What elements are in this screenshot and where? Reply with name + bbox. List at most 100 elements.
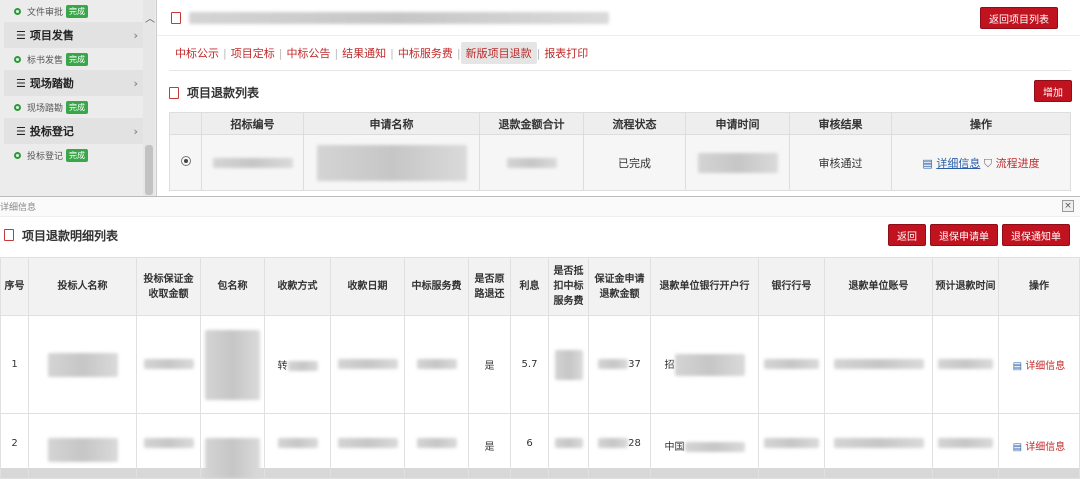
column-header: 审核结果 — [789, 112, 892, 135]
sidebar-group-label: 现场踏勘 — [29, 77, 74, 90]
audit-result: 审核通过 — [789, 134, 892, 191]
column-header: 招标编号 — [201, 112, 304, 135]
column-header: 序号 — [0, 257, 29, 316]
chevron-up-icon[interactable]: ︿ — [145, 10, 155, 25]
redacted-value — [764, 438, 819, 448]
redacted-value — [287, 361, 318, 371]
close-icon[interactable]: × — [1062, 200, 1074, 212]
bank-text: 招 — [664, 359, 675, 371]
column-header: 操作 — [891, 112, 1071, 135]
project-header: 返回项目列表 — [157, 0, 1080, 36]
method-text: 转 — [277, 361, 288, 372]
dialog-button[interactable]: 退保申请单 — [930, 224, 998, 246]
redacted-value — [143, 438, 194, 448]
sidebar-subitem-label: 现场踏勘 — [27, 103, 64, 114]
tab[interactable]: 结果通知 — [338, 45, 390, 61]
row-index: 1 — [0, 315, 29, 414]
sidebar-scrollbar[interactable]: ︿ — [143, 0, 155, 200]
column-header: 银行行号 — [758, 257, 825, 316]
column-header: 利息 — [510, 257, 549, 316]
detail-link[interactable]: 详细信息 — [936, 157, 980, 170]
status-badge: 完成 — [66, 148, 89, 162]
redacted-value — [598, 438, 629, 448]
tab[interactable]: 新版项目退款 — [460, 42, 537, 64]
status-badge: 完成 — [66, 100, 89, 114]
refund-original: 是 — [468, 413, 511, 479]
menu-icon: ☰ — [16, 28, 26, 42]
redacted-value — [205, 329, 260, 400]
add-button[interactable]: 增加 — [1034, 80, 1072, 102]
dialog-heading: 项目退款明细列表 — [22, 228, 119, 243]
table-row[interactable]: 2 是 6 28 中国 ▤ 详细信息 — [0, 413, 1080, 479]
redacted-value — [674, 353, 745, 376]
redacted-value — [143, 359, 194, 369]
row-index: 2 — [0, 413, 29, 479]
column-header: 投标保证金收取金额 — [136, 257, 201, 316]
tab[interactable]: 报表打印 — [540, 45, 592, 61]
chevron-right-icon: › — [133, 124, 138, 138]
chevron-right-icon: › — [133, 28, 138, 42]
sidebar-subitem[interactable]: 标书发售 完成 — [0, 48, 156, 70]
chevron-right-icon: › — [133, 76, 138, 90]
redacted-value — [47, 438, 118, 462]
column-header: 是否原路退还 — [468, 257, 511, 316]
detail-link[interactable]: 详细信息 — [1025, 361, 1065, 372]
redacted-value — [833, 359, 924, 369]
amount-text: 28 — [628, 438, 641, 449]
redacted-value — [277, 438, 318, 448]
redacted-value — [554, 438, 583, 448]
progress-link[interactable]: 流程进度 — [996, 157, 1040, 170]
dialog-button[interactable]: 退保通知单 — [1002, 224, 1070, 246]
column-header — [169, 112, 202, 135]
column-header: 收款日期 — [330, 257, 405, 316]
main-panel: 返回项目列表 中标公示 | 项目定标 | 中标公告 | 结果通知 | 中标服务费 | 新版项目退款 |… — [157, 0, 1080, 200]
sidebar-group[interactable]: ☰ 项目发售 › — [4, 22, 152, 48]
redacted-value — [47, 352, 118, 377]
table-row[interactable]: 1 转 是 5.7 37 招 ▤ 详细信息 — [0, 315, 1080, 414]
detail-icon: ▤ — [1012, 442, 1023, 453]
sidebar-subitem-label: 文件审批 — [27, 7, 64, 18]
column-header: 收款方式 — [264, 257, 331, 316]
status-badge: 完成 — [66, 52, 89, 66]
menu-icon: ☰ — [16, 124, 26, 138]
sidebar-subitem[interactable]: 投标登记 完成 — [0, 144, 156, 166]
column-header: 退款金额合计 — [479, 112, 584, 135]
sidebar-subitem-label: 投标登记 — [27, 151, 64, 162]
row-select-radio[interactable] — [180, 156, 191, 166]
redacted-value — [554, 349, 583, 380]
table-row[interactable]: 已完成 审核通过 ▤ 详细信息 ⛉ 流程进度 — [169, 134, 1071, 191]
redacted-value — [416, 359, 457, 369]
interest-value: 5.7 — [521, 359, 538, 370]
redacted-value — [337, 438, 398, 448]
column-header: 退款单位银行开户行 — [650, 257, 759, 316]
tab[interactable]: 中标公示 — [171, 45, 223, 61]
tab[interactable]: 中标服务费 — [394, 45, 457, 61]
tab[interactable]: 中标公告 — [282, 45, 334, 61]
column-header: 包名称 — [200, 257, 265, 316]
circle-icon — [14, 151, 21, 159]
project-title-redacted — [189, 11, 609, 24]
flow-status: 已完成 — [583, 134, 686, 191]
dialog-titlebar: 详细信息 × — [0, 197, 1080, 217]
sidebar-group[interactable]: ☰ 现场踏勘 › — [4, 70, 152, 96]
column-header: 预计退款时间 — [932, 257, 999, 316]
detail-link[interactable]: 详细信息 — [1025, 442, 1065, 453]
sidebar-subitem[interactable]: 现场踏勘 完成 — [0, 96, 156, 118]
redacted-value — [764, 359, 819, 369]
redacted-value — [212, 158, 293, 168]
scrollbar-thumb[interactable] — [145, 145, 153, 195]
tab[interactable]: 项目定标 — [227, 45, 279, 61]
redacted-value — [938, 438, 993, 448]
redacted-value — [697, 152, 778, 173]
sidebar-subitem[interactable]: 文件审批 完成 — [0, 0, 156, 22]
status-badge: 完成 — [66, 4, 89, 18]
circle-icon — [14, 55, 21, 63]
back-to-project-list-button[interactable]: 返回项目列表 — [980, 7, 1058, 29]
refund-detail-table: 序号 投标人名称 投标保证金收取金额 包名称 收款方式 收款日期 中标服务费 是否原路退还 利息… — [0, 257, 1080, 479]
section-title: 项目退款列表 — [187, 86, 260, 100]
circle-icon — [14, 103, 21, 111]
sidebar-group[interactable]: ☰ 投标登记 › — [4, 118, 152, 144]
dialog-button[interactable]: 返回 — [888, 224, 926, 246]
shield-icon: ⛉ — [983, 156, 993, 170]
column-header: 退款单位账号 — [824, 257, 933, 316]
